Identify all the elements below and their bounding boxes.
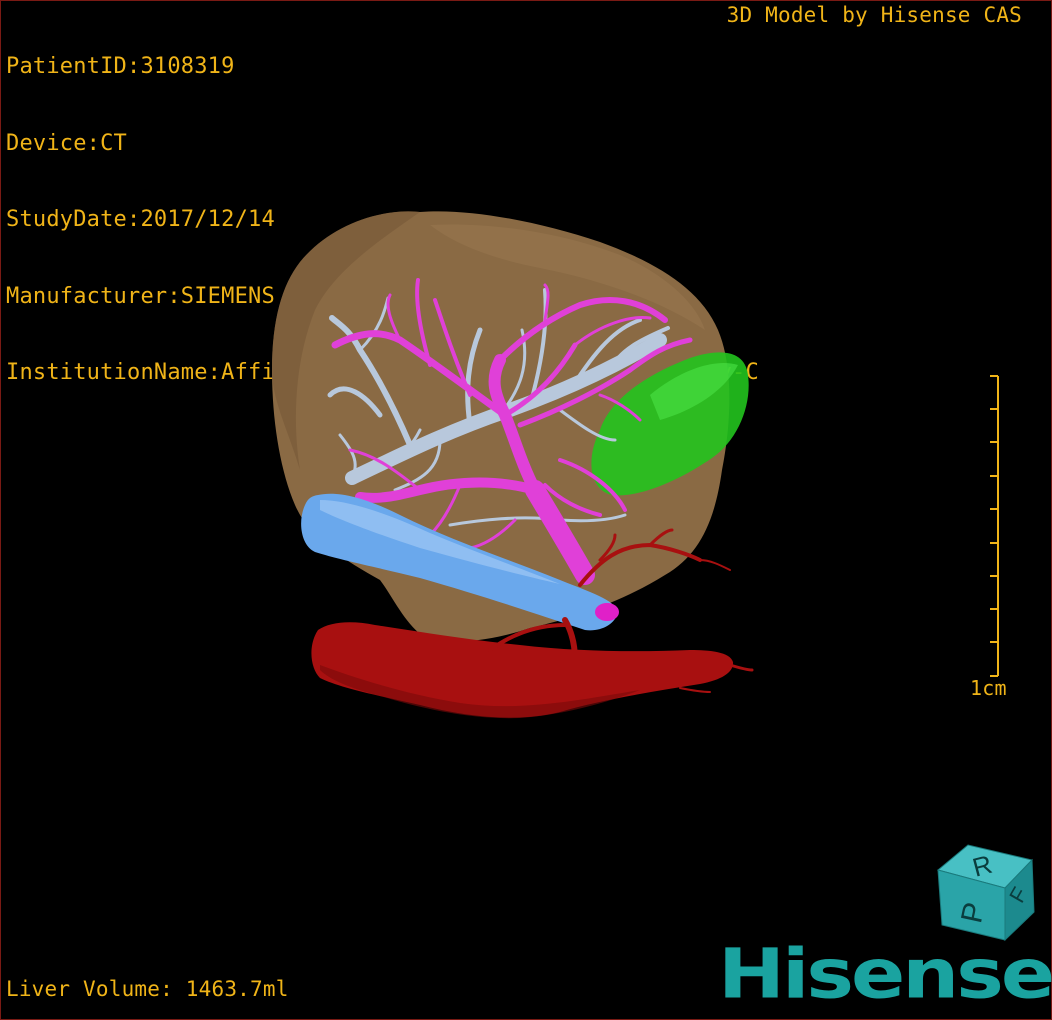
liver-3d-model[interactable] [272, 211, 754, 719]
scale-bar-label: 1cm [970, 676, 1007, 700]
scale-bar [990, 375, 999, 677]
hisense-logo: Hisense [718, 933, 1052, 1014]
3d-render-viewport[interactable]: R F P [0, 0, 1052, 1020]
orientation-cube[interactable]: R F P [936, 844, 1035, 942]
aorta [311, 622, 734, 718]
liver-volume-text: Liver Volume: 1463.7ml [6, 977, 289, 1001]
portal-vein-cap [595, 603, 619, 621]
